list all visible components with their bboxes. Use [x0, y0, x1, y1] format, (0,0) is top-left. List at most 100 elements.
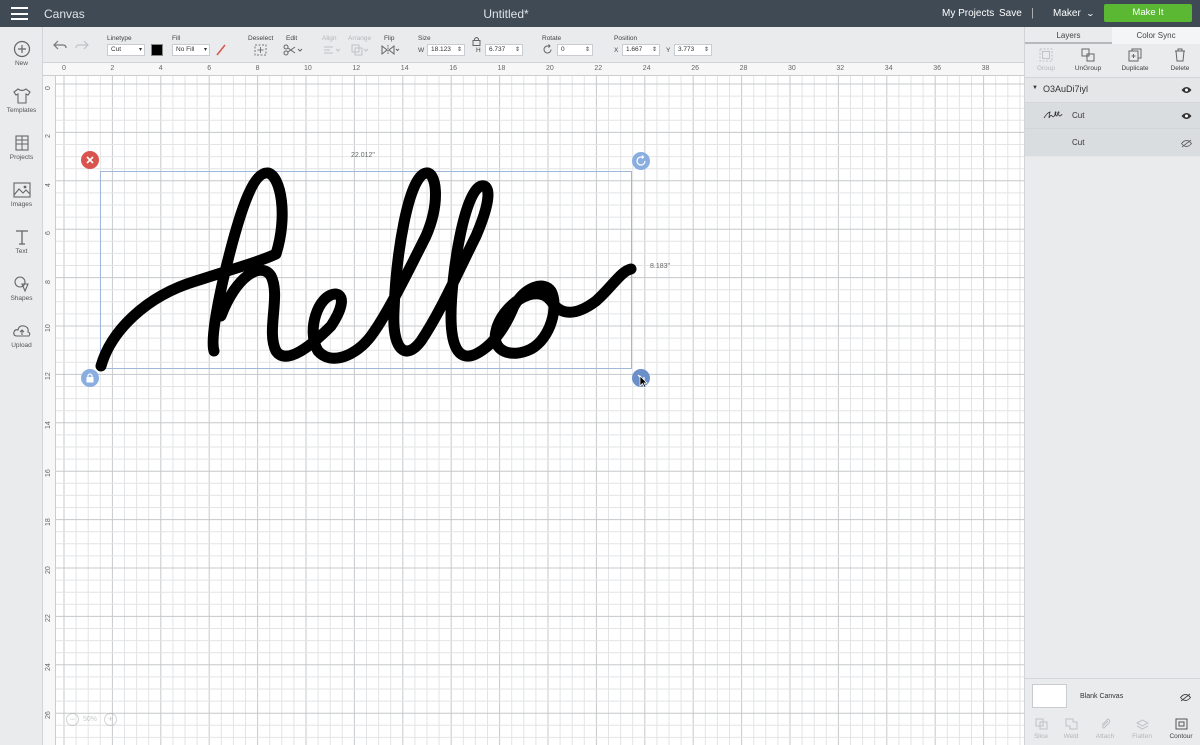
edit-label: Edit [286, 35, 298, 42]
rotate-input[interactable]: 0 ⇕ [557, 44, 593, 56]
blank-canvas-row[interactable]: Blank Canvas [1025, 678, 1200, 714]
arrange-icon [351, 44, 369, 56]
color-swatch[interactable] [151, 44, 163, 56]
delete-button[interactable]: Delete [1159, 48, 1200, 72]
projects-button[interactable]: Projects [0, 134, 43, 161]
align-icon [324, 46, 340, 54]
height-dimension-label: 8.183" [650, 263, 671, 270]
upload-label: Upload [11, 342, 32, 349]
eye-icon[interactable] [1181, 86, 1192, 94]
duplicate-button[interactable]: Duplicate [1114, 48, 1156, 72]
make-it-button[interactable]: Make It [1104, 4, 1192, 22]
layer-row-1[interactable]: Cut [1025, 102, 1200, 128]
ruler-tick-label: 0 [62, 65, 66, 72]
shapes-button[interactable]: Shapes [0, 275, 43, 302]
bottom-actions: Slice Weld Attach Flatten Contour [1025, 715, 1200, 745]
eye-hidden-icon[interactable] [1180, 693, 1191, 702]
x-value: 1.667 [626, 46, 643, 53]
group-label: Group [1036, 65, 1056, 72]
duplicate-label: Duplicate [1121, 65, 1149, 72]
lock-handle[interactable] [81, 369, 99, 387]
layer-row-2[interactable]: Cut [1025, 128, 1200, 156]
ruler-tick-label: 2 [110, 65, 115, 72]
slice-icon [1035, 718, 1047, 730]
linetype-select[interactable]: Cut ▾ [107, 44, 145, 56]
flatten-button[interactable]: Flatten [1124, 718, 1160, 740]
caret-down-icon: ▼ [1032, 85, 1038, 91]
scissors-icon[interactable] [283, 44, 303, 56]
height-label: H [476, 47, 481, 54]
stepper-icon: ⇕ [703, 47, 709, 53]
blank-canvas-label: Blank Canvas [1080, 693, 1124, 700]
save-link[interactable]: Save [999, 8, 1022, 19]
slice-button[interactable]: Slice [1025, 718, 1057, 740]
flatten-label: Flatten [1132, 733, 1152, 740]
new-label: New [14, 60, 28, 67]
rotate-handle[interactable] [632, 152, 650, 170]
contour-button[interactable]: Contour [1163, 718, 1199, 740]
flip-label: Flip [384, 35, 395, 42]
width-input[interactable]: 18.123 ⇕ [427, 44, 465, 56]
group-icon [1039, 48, 1053, 62]
images-button[interactable]: Images [0, 181, 43, 208]
undo-icon[interactable] [53, 39, 67, 51]
eye-hidden-icon[interactable] [1181, 139, 1192, 148]
height-input[interactable]: 6.737 ⇕ [485, 44, 523, 56]
y-input[interactable]: 3.773 ⇕ [674, 44, 712, 56]
attach-button[interactable]: Attach [1089, 718, 1121, 740]
machine-select[interactable]: Maker ⌄ [1053, 8, 1095, 19]
text-label: Text [15, 248, 28, 255]
ruler-tick-label: 10 [304, 65, 312, 72]
ruler-tick-label: 32 [836, 65, 845, 72]
upload-button[interactable]: Upload [0, 322, 43, 349]
plus-circle-icon [13, 40, 30, 58]
tab-color-sync[interactable]: Color Sync [1112, 27, 1200, 44]
tab-layers[interactable]: Layers [1025, 27, 1112, 44]
size-label: Size [418, 35, 431, 42]
ruler-tick-label: 18 [497, 65, 506, 72]
machine-label: Maker [1053, 8, 1081, 19]
layers-panel: Layers Color Sync Group UnGroup Duplicat… [1024, 27, 1200, 745]
x-input[interactable]: 1.667 ⇕ [622, 44, 660, 56]
ruler-tick-label: 14 [45, 421, 52, 429]
ruler-tick-label: 8 [255, 65, 260, 72]
layer-label: Cut [1072, 138, 1085, 147]
stepper-icon: ⇕ [456, 47, 462, 53]
hello-artwork[interactable] [56, 76, 1024, 745]
edit-toolbar: Linetype Cut ▾ Fill No Fill ▾ Deselect Edi… [43, 27, 1024, 63]
layer-list: ▼ O3AuDi7iyl Cut Cut [1025, 77, 1200, 157]
deselect-icon[interactable] [254, 44, 267, 56]
eye-icon[interactable] [1181, 112, 1192, 120]
topbar-separator: | [1031, 7, 1034, 19]
text-button[interactable]: Text [0, 228, 43, 255]
zoom-out-icon[interactable]: − [66, 713, 79, 726]
delete-label: Delete [1170, 65, 1190, 72]
ungroup-button[interactable]: UnGroup [1067, 48, 1109, 72]
lock-icon[interactable] [472, 36, 481, 46]
projects-label: Projects [9, 154, 34, 161]
ruler-tick-label: 10 [45, 324, 52, 332]
fill-select[interactable]: No Fill ▾ [172, 44, 210, 56]
delete-handle[interactable] [81, 151, 99, 169]
zoom-in-icon[interactable]: + [104, 713, 117, 726]
new-button[interactable]: New [0, 40, 43, 67]
group-button[interactable]: Group [1025, 48, 1067, 72]
rotate-icon [543, 44, 552, 54]
lock-icon [86, 373, 94, 383]
weld-button[interactable]: Weld [1055, 718, 1087, 740]
design-canvas[interactable]: 22.012" 8.183" − 50% + [56, 76, 1024, 745]
ruler-tick-label: 38 [981, 65, 990, 72]
chevron-down-icon: ⌄ [1085, 9, 1095, 18]
ruler-tick-label: 34 [884, 65, 893, 72]
linetype-label: Linetype [107, 35, 132, 42]
my-projects-link[interactable]: My Projects [942, 8, 994, 19]
contour-icon [1175, 718, 1187, 730]
templates-button[interactable]: Templates [0, 87, 43, 114]
no-fill-icon[interactable] [215, 44, 227, 56]
projects-icon [14, 135, 29, 151]
flatten-icon [1135, 719, 1149, 730]
redo-icon[interactable] [75, 39, 89, 51]
width-dimension-label: 22.012" [351, 152, 375, 159]
layer-group-row[interactable]: ▼ O3AuDi7iyl [1025, 83, 1200, 97]
flip-icon[interactable] [380, 44, 400, 56]
